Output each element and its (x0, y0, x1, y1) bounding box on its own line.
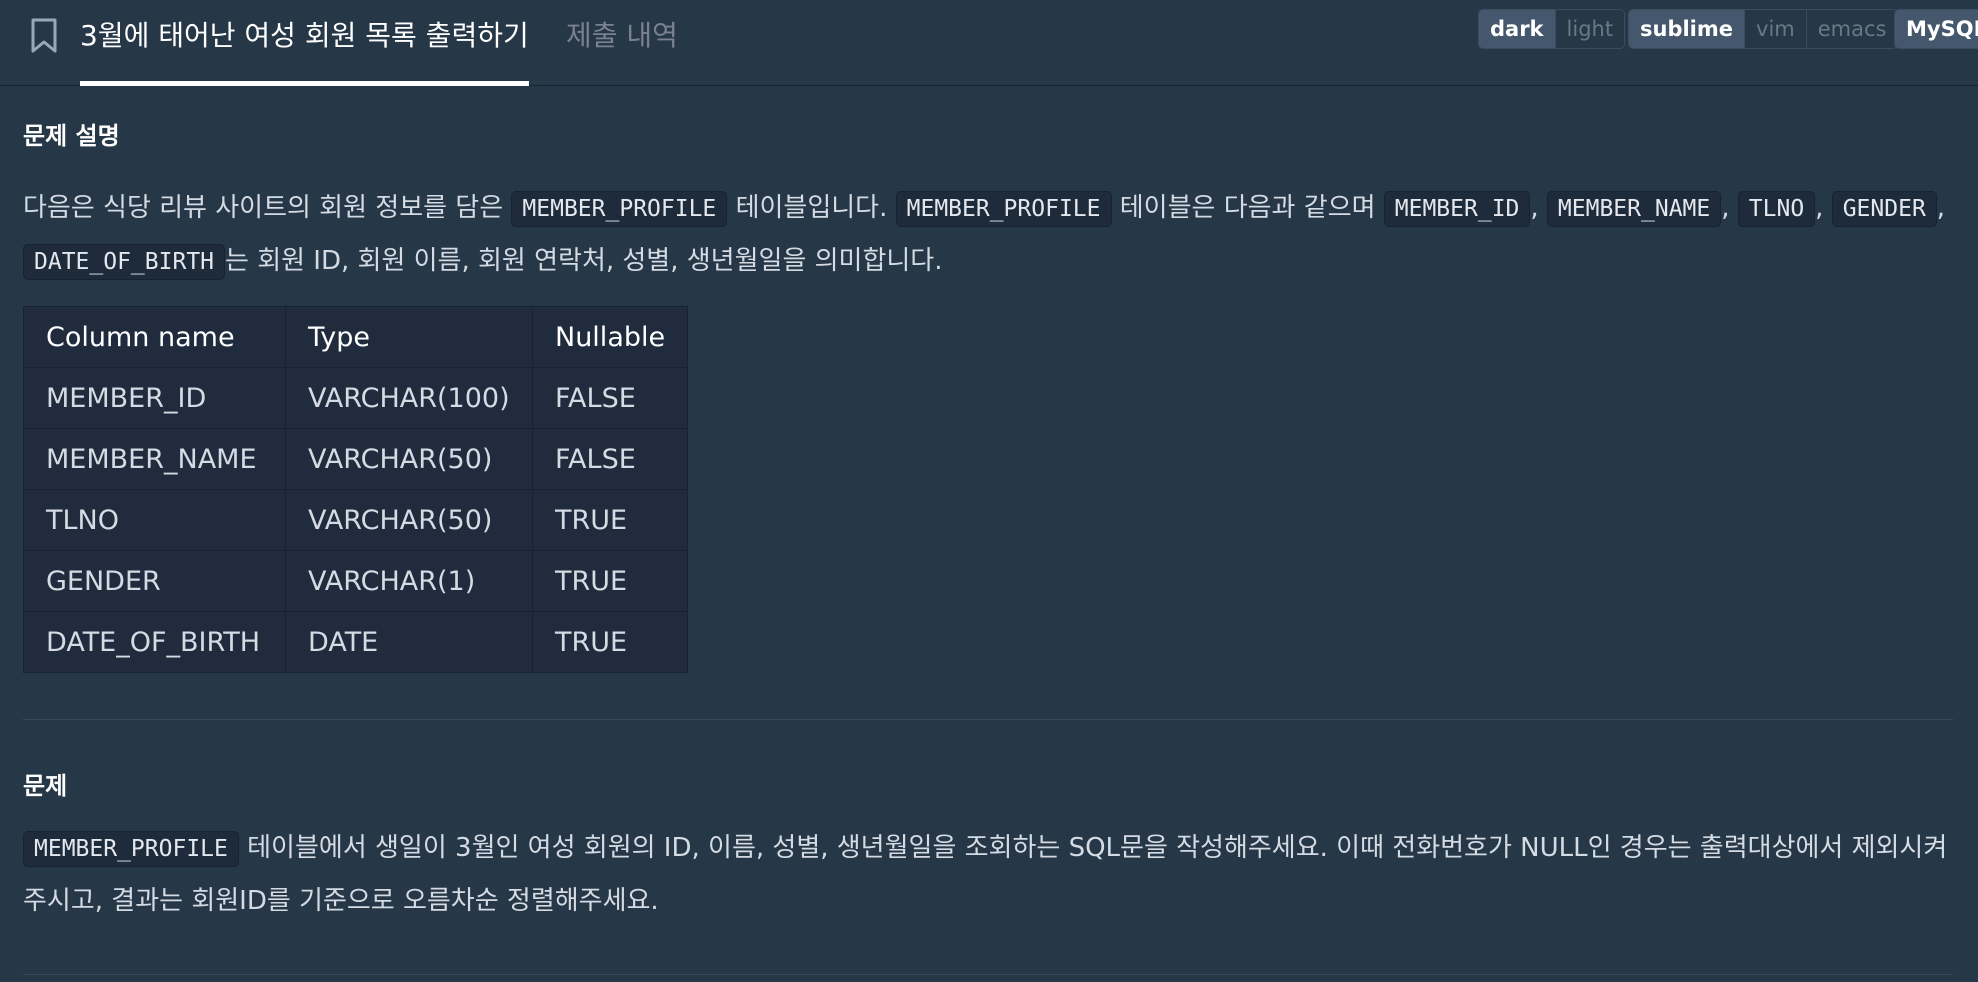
table-cell: VARCHAR(1) (285, 550, 533, 612)
page-title: 3월에 태어난 여성 회원 목록 출력하기 (80, 19, 529, 52)
table-cell: TLNO (23, 489, 286, 551)
section-divider (23, 974, 1953, 975)
tab-problem-title[interactable]: 3월에 태어난 여성 회원 목록 출력하기 (80, 14, 529, 86)
table-cell: VARCHAR(50) (285, 428, 533, 490)
table-cell: GENDER (23, 550, 286, 612)
keymap-sublime-button[interactable]: sublime (1629, 10, 1745, 48)
theme-dark-button[interactable]: dark (1479, 10, 1555, 48)
active-tab-underline (80, 81, 529, 86)
table-row: DATE_OF_BIRTH DATE TRUE (23, 611, 689, 673)
problem-heading: 문제 (23, 772, 68, 800)
table-cell: MEMBER_NAME (23, 428, 286, 490)
code-tlno: TLNO (1737, 191, 1816, 227)
column-header: Type (285, 306, 533, 368)
keymap-emacs-button[interactable]: emacs (1805, 10, 1898, 48)
table-cell: DATE (285, 611, 533, 673)
section-divider (23, 719, 1953, 720)
theme-light-button[interactable]: light (1554, 10, 1625, 48)
table-row: MEMBER_NAME VARCHAR(50) FALSE (23, 428, 689, 490)
keymap-vim-button[interactable]: vim (1744, 10, 1806, 48)
table-cell: TRUE (531, 489, 689, 551)
table-cell: VARCHAR(50) (285, 489, 533, 551)
table-cell: TRUE (531, 611, 689, 673)
table-row: MEMBER_ID VARCHAR(100) FALSE (23, 367, 689, 429)
table-cell: MEMBER_ID (23, 367, 286, 429)
language-selector: MySQL (1894, 9, 1978, 49)
code-member-id: MEMBER_ID (1383, 191, 1531, 227)
tab-submission-history[interactable]: 제출 내역 (566, 14, 678, 54)
code-member-profile: MEMBER_PROFILE (895, 191, 1112, 227)
code-member-profile: MEMBER_PROFILE (23, 831, 239, 867)
schema-table: Column name Type Nullable MEMBER_ID VARC… (23, 306, 689, 673)
language-button[interactable]: MySQL (1895, 10, 1978, 48)
bookmark-icon[interactable] (30, 18, 58, 54)
table-cell: DATE_OF_BIRTH (23, 611, 286, 673)
problem-paragraph: MEMBER_PROFILE 테이블에서 생일이 3월인 여성 회원의 ID, … (23, 831, 1948, 916)
theme-toggle: dark light (1478, 9, 1626, 49)
table-row: GENDER VARCHAR(1) TRUE (23, 550, 689, 612)
table-cell: FALSE (531, 428, 689, 490)
description-paragraph: 다음은 식당 리뷰 사이트의 회원 정보를 담은 MEMBER_PROFILE … (23, 182, 1953, 288)
description-heading: 문제 설명 (23, 122, 120, 150)
code-gender: GENDER (1831, 191, 1937, 227)
table-header-row: Column name Type Nullable (23, 306, 689, 368)
top-bar: 3월에 태어난 여성 회원 목록 출력하기 제출 내역 dark light s… (0, 0, 1978, 86)
table-cell: FALSE (531, 367, 689, 429)
table-cell: TRUE (531, 550, 689, 612)
code-member-profile: MEMBER_PROFILE (511, 191, 728, 227)
table-row: TLNO VARCHAR(50) TRUE (23, 489, 689, 551)
keymap-toggle: sublime vim emacs (1628, 9, 1899, 49)
table-cell: VARCHAR(100) (285, 367, 533, 429)
column-header: Column name (23, 306, 286, 368)
code-date-of-birth: DATE_OF_BIRTH (23, 244, 226, 280)
column-header: Nullable (531, 306, 689, 368)
code-member-name: MEMBER_NAME (1546, 191, 1722, 227)
